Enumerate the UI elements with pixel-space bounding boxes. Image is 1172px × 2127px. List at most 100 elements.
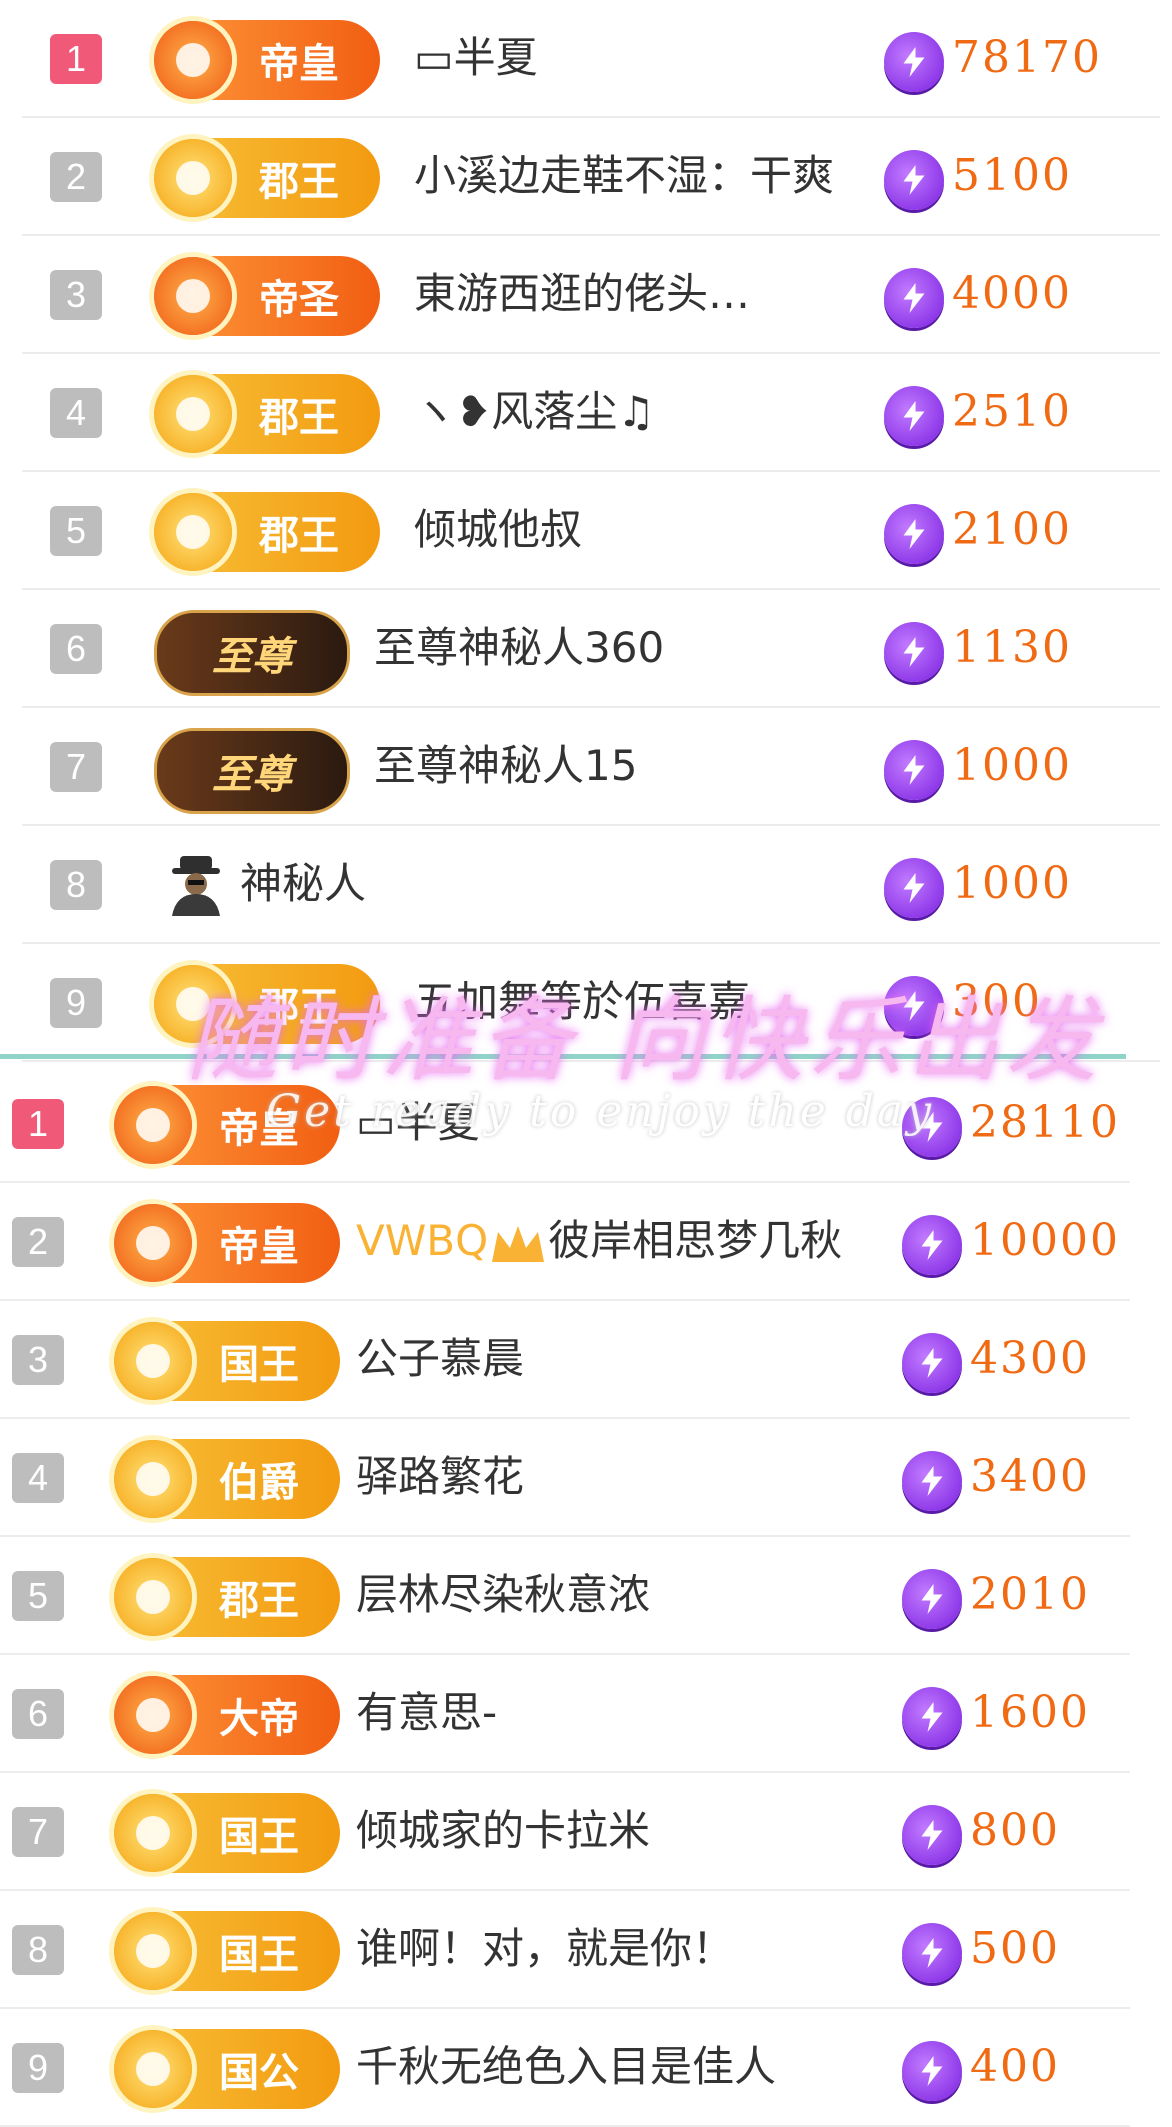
badge-label: 郡王 xyxy=(259,159,339,205)
rank-number: 4 xyxy=(50,388,102,438)
medal-icon xyxy=(114,1558,192,1636)
ranking-row[interactable]: 1 帝皇 ▭半夏 78170 xyxy=(22,0,1160,118)
user-name-text: 驿路繁花 xyxy=(356,1452,525,1501)
ranking-row[interactable]: 6 至尊 至尊神秘人360 1130 xyxy=(22,590,1160,708)
rank-number: 8 xyxy=(12,1925,64,1975)
user-name[interactable]: ▭半夏 xyxy=(414,22,538,94)
ranking-row[interactable]: 8 国王 谁啊！对，就是你！ 500 xyxy=(0,1891,1130,2009)
rank-number: 7 xyxy=(50,742,102,792)
lightning-coin-icon xyxy=(902,1923,962,1983)
score-value: 4300 xyxy=(970,1333,1090,1384)
user-name[interactable]: VWBQ 彼岸相思梦几秋 xyxy=(356,1205,842,1277)
rank-number: 1 xyxy=(12,1099,64,1149)
level-badge: 国王 xyxy=(114,1911,340,1991)
score-value: 5100 xyxy=(952,150,1072,201)
level-badge: 帝圣 xyxy=(154,256,380,336)
lightning-coin-icon xyxy=(902,1215,962,1275)
user-name[interactable]: 谁啊！对，就是你！ xyxy=(356,1913,734,1985)
ranking-row[interactable]: 4 郡王 ヽ❥风落尘♫ 2510 xyxy=(22,354,1160,472)
medal-icon xyxy=(114,1204,192,1282)
score-value: 500 xyxy=(970,1923,1060,1974)
badge-label: 帝圣 xyxy=(259,277,339,323)
badge-label: 国公 xyxy=(219,2050,299,2096)
user-name[interactable]: 驿路繁花 xyxy=(356,1441,524,1513)
user-name-text: 倾城家的卡拉米 xyxy=(356,1806,651,1855)
badge-label: 伯爵 xyxy=(219,1460,299,1506)
ranking-row[interactable]: 3 帝圣 東游西逛的佬头… 4000 xyxy=(22,236,1160,354)
ranking-row[interactable]: 4 伯爵 驿路繁花 3400 xyxy=(0,1419,1130,1537)
level-badge: 国王 xyxy=(114,1793,340,1873)
user-name-text: 彼岸相思梦几秋 xyxy=(548,1216,843,1265)
medal-icon xyxy=(154,21,232,99)
level-badge: 大帝 xyxy=(114,1675,340,1755)
score-value: 4000 xyxy=(952,268,1072,319)
user-name[interactable]: 倾城家的卡拉米 xyxy=(356,1795,650,1867)
user-name[interactable]: 有意思- xyxy=(356,1677,497,1749)
badge-label: 至尊 xyxy=(212,634,292,680)
rank-number: 9 xyxy=(12,2043,64,2093)
user-name[interactable]: 東游西逛的佬头… xyxy=(414,258,750,330)
watermark-english: Get ready to enjoy the day xyxy=(266,1086,934,1137)
medal-icon xyxy=(114,2030,192,2108)
user-name-text: 東游西逛的佬头… xyxy=(414,269,751,318)
ranking-row[interactable]: 5 郡王 倾城他叔 2100 xyxy=(22,472,1160,590)
ranking-row[interactable]: 3 国王 公子慕晨 4300 xyxy=(0,1301,1130,1419)
lightning-coin-icon xyxy=(902,1687,962,1747)
user-name-text: 至尊神秘人360 xyxy=(374,623,665,672)
user-name-text: ヽ❥风落尘♫ xyxy=(414,387,655,436)
score-value: 2100 xyxy=(952,504,1072,555)
level-badge: 郡王 xyxy=(114,1557,340,1637)
ranking-row[interactable]: 5 郡王 层林尽染秋意浓 2010 xyxy=(0,1537,1130,1655)
ranking-row[interactable]: 9 国公 千秋无绝色入目是佳人 400 xyxy=(0,2009,1130,2127)
user-name-text: 神秘人 xyxy=(240,859,367,908)
user-name-text: 谁啊！对，就是你！ xyxy=(356,1924,735,1973)
user-name[interactable]: 神秘人 xyxy=(240,848,366,920)
lightning-coin-icon xyxy=(884,504,944,564)
user-name[interactable]: 层林尽染秋意浓 xyxy=(356,1559,650,1631)
badge-label: 国王 xyxy=(219,1342,299,1388)
user-name-text: ▭半夏 xyxy=(414,33,538,82)
badge-label: 郡王 xyxy=(219,1578,299,1624)
score-value: 2510 xyxy=(952,386,1072,437)
level-badge: 郡王 xyxy=(154,138,380,218)
score-value: 10000 xyxy=(970,1215,1120,1266)
rank-number: 2 xyxy=(50,152,102,202)
score-value: 1000 xyxy=(952,740,1072,791)
ranking-row[interactable]: 7 国王 倾城家的卡拉米 800 xyxy=(0,1773,1130,1891)
rank-number: 4 xyxy=(12,1453,64,1503)
user-name[interactable]: ヽ❥风落尘♫ xyxy=(414,376,655,448)
user-name[interactable]: 小溪边走鞋不湿：干爽 xyxy=(414,140,834,212)
medal-icon xyxy=(154,493,232,571)
badge-label: 帝皇 xyxy=(259,41,339,87)
lightning-coin-icon xyxy=(902,1333,962,1393)
level-badge: 国公 xyxy=(114,2029,340,2109)
ranking-row[interactable]: 7 至尊 至尊神秘人15 1000 xyxy=(22,708,1160,826)
score-value: 1000 xyxy=(952,858,1072,909)
user-name[interactable]: 千秋无绝色入目是佳人 xyxy=(356,2031,776,2103)
level-badge: 帝皇 xyxy=(114,1203,340,1283)
rank-number: 1 xyxy=(50,34,102,84)
ranking-row[interactable]: 2 郡王 小溪边走鞋不湿：干爽 5100 xyxy=(22,118,1160,236)
medal-icon xyxy=(154,375,232,453)
level-badge: 国王 xyxy=(114,1321,340,1401)
user-name[interactable]: 公子慕晨 xyxy=(356,1323,524,1395)
badge-label: 国王 xyxy=(219,1932,299,1978)
mystery-person-icon xyxy=(166,854,226,916)
lightning-coin-icon xyxy=(902,1451,962,1511)
user-name[interactable]: 倾城他叔 xyxy=(414,494,582,566)
user-name-text: 至尊神秘人15 xyxy=(374,741,638,790)
ranking-row[interactable]: 8 神秘人 1000 xyxy=(22,826,1160,944)
lightning-coin-icon xyxy=(884,740,944,800)
user-name[interactable]: 至尊神秘人15 xyxy=(374,730,637,802)
score-value: 3400 xyxy=(970,1451,1090,1502)
ranking-row[interactable]: 6 大帝 有意思- 1600 xyxy=(0,1655,1130,1773)
badge-label: 至尊 xyxy=(212,752,292,798)
name-prefix: VWBQ xyxy=(356,1216,489,1265)
user-name-text: 层林尽染秋意浓 xyxy=(356,1570,651,1619)
user-name[interactable]: 至尊神秘人360 xyxy=(374,612,664,684)
medal-icon xyxy=(114,1322,192,1400)
ranking-row[interactable]: 2 帝皇 VWBQ 彼岸相思梦几秋 10000 xyxy=(0,1183,1130,1301)
lightning-coin-icon xyxy=(884,858,944,918)
crown-icon xyxy=(488,1216,548,1265)
level-badge: 至尊 xyxy=(154,610,350,696)
